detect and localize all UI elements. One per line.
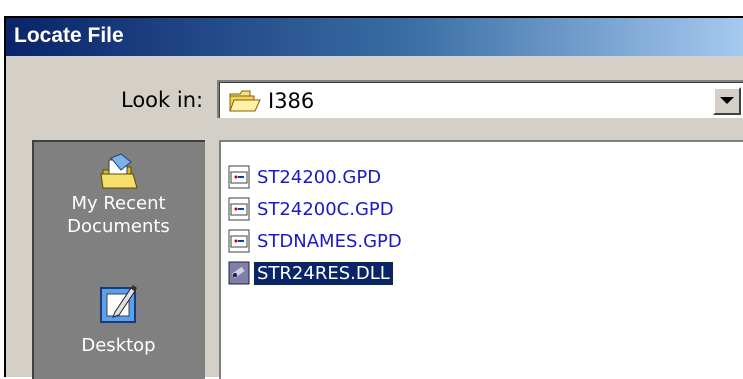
recent-documents-icon	[99, 153, 138, 189]
title-bar[interactable]: Locate File	[6, 18, 743, 56]
open-folder-icon	[229, 90, 261, 112]
look-in-label-text: Look in:	[121, 88, 204, 112]
file-name: STDNAMES.GPD	[257, 230, 402, 252]
place-my-recent-documents[interactable]: My Recent Documents	[34, 152, 203, 238]
dropdown-button[interactable]	[713, 87, 741, 115]
file-item[interactable]: STDNAMES.GPD	[228, 226, 405, 256]
place-label-desktop: Desktop	[81, 335, 156, 356]
chevron-down-icon	[720, 97, 734, 104]
look-in-label: Look in:	[121, 88, 203, 112]
file-item[interactable]: ST24200C.GPD	[228, 194, 397, 224]
place-desktop[interactable]: Desktop	[34, 282, 203, 357]
desktop-icon	[99, 285, 137, 323]
look-in-dropdown[interactable]: I386	[217, 80, 743, 118]
gpd-file-icon	[228, 165, 250, 189]
gpd-file-icon	[228, 229, 250, 253]
look-in-field: I386	[219, 82, 743, 118]
file-name: ST24200C.GPD	[257, 198, 394, 220]
locate-file-dialog: Locate File Look in: I386 My Recent Docu…	[4, 16, 743, 379]
gpd-file-icon	[228, 197, 250, 221]
look-in-value: I386	[268, 89, 315, 113]
file-item-selected[interactable]: STR24RES.DLL	[228, 258, 394, 288]
place-label-line-1: My Recent	[71, 193, 166, 214]
place-label-line-2: Documents	[67, 216, 170, 237]
dll-file-icon	[228, 261, 250, 285]
file-name: STR24RES.DLL	[253, 260, 394, 286]
file-list[interactable]: ST24200.GPD ST24200C.GPD STDNAMES.GPD ST…	[219, 140, 743, 379]
dialog-title: Locate File	[14, 24, 124, 47]
file-item[interactable]: ST24200.GPD	[228, 162, 384, 192]
file-name: ST24200.GPD	[257, 166, 382, 188]
places-bar: My Recent Documents Desktop	[32, 140, 205, 379]
